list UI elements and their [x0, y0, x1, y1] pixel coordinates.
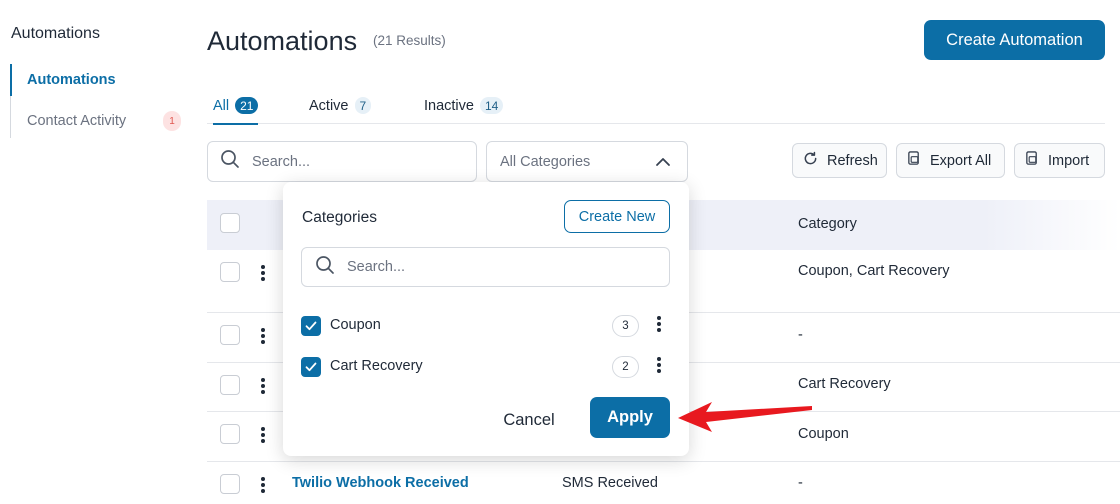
export-icon — [907, 151, 930, 170]
category-search-input[interactable] — [347, 259, 647, 275]
table-row: Twilio Webhook Received SMS Received - — [207, 462, 1120, 504]
row-checkbox[interactable] — [220, 375, 240, 395]
sidebar-item-contact-activity[interactable]: Contact Activity 1 — [11, 105, 186, 137]
category-label: Coupon — [330, 317, 381, 333]
row-checkbox[interactable] — [220, 474, 240, 494]
sidebar-item-label: Automations — [27, 72, 116, 88]
category-select-value: All Categories — [500, 153, 591, 170]
more-options-icon[interactable] — [261, 328, 265, 346]
sidebar: Automations Automations Contact Activity… — [0, 0, 195, 504]
page-title: Automations — [207, 26, 358, 56]
export-label: Export All — [930, 152, 992, 169]
category-option-coupon: Coupon 3 — [301, 311, 671, 341]
row-checkbox[interactable] — [220, 325, 240, 345]
import-button[interactable]: Import — [1014, 143, 1105, 178]
status-tabs: All 21 Active 7 Inactive 14 — [207, 88, 1105, 125]
dropdown-title: Categories — [302, 209, 377, 226]
more-options-icon[interactable] — [261, 477, 265, 495]
sidebar-item-label: Contact Activity — [27, 113, 127, 129]
export-all-button[interactable]: Export All — [896, 143, 1005, 178]
row-category: - — [798, 475, 803, 491]
row-category: - — [798, 327, 803, 343]
import-icon — [1025, 151, 1048, 170]
category-search-box — [301, 247, 670, 287]
notification-badge: 1 — [163, 111, 181, 131]
tab-all[interactable]: All 21 — [213, 88, 259, 125]
more-options-icon[interactable] — [261, 427, 265, 445]
tab-count-badge: 21 — [235, 97, 259, 114]
category-label: Cart Recovery — [330, 358, 423, 374]
column-header-category: Category — [798, 216, 857, 232]
cancel-button[interactable]: Cancel — [489, 400, 569, 440]
categories-dropdown: Categories Create New Coupon 3 Cart Reco… — [283, 182, 689, 456]
tab-label: All — [213, 97, 230, 114]
search-icon — [315, 255, 335, 280]
row-checkbox[interactable] — [220, 262, 240, 282]
tab-count-badge: 14 — [479, 97, 504, 114]
row-category: Coupon, Cart Recovery — [798, 263, 950, 279]
row-checkbox[interactable] — [220, 424, 240, 444]
row-category: Cart Recovery — [798, 376, 891, 392]
import-label: Import — [1048, 152, 1090, 169]
tab-label: Inactive — [424, 97, 474, 114]
more-options-icon[interactable] — [657, 357, 661, 375]
checkmark-icon — [305, 362, 317, 372]
sidebar-item-automations[interactable]: Automations — [10, 64, 185, 96]
refresh-label: Refresh — [827, 152, 878, 169]
category-option-cart-recovery: Cart Recovery 2 — [301, 352, 671, 382]
chevron-up-icon — [655, 155, 671, 173]
category-checkbox[interactable] — [301, 357, 321, 377]
apply-button[interactable]: Apply — [590, 397, 670, 438]
tab-active[interactable]: Active 7 — [309, 88, 372, 123]
search-icon — [220, 149, 240, 174]
red-arrow-annotation — [678, 402, 812, 432]
checkmark-icon — [305, 321, 317, 331]
category-checkbox[interactable] — [301, 316, 321, 336]
tab-label: Active — [309, 97, 349, 114]
search-box — [207, 141, 477, 182]
refresh-button[interactable]: Refresh — [792, 143, 887, 178]
refresh-icon — [803, 151, 827, 170]
row-trigger: SMS Received — [562, 475, 658, 491]
tab-count-badge: 7 — [354, 97, 372, 114]
more-options-icon[interactable] — [657, 316, 661, 334]
automation-name-link[interactable]: Twilio Webhook Received — [292, 475, 469, 491]
category-count: 2 — [612, 356, 639, 378]
select-all-checkbox[interactable] — [220, 213, 240, 233]
create-new-category-button[interactable]: Create New — [564, 200, 670, 233]
sidebar-title: Automations — [11, 25, 100, 42]
result-count: (21 Results) — [373, 33, 446, 48]
more-options-icon[interactable] — [261, 378, 265, 396]
create-automation-button[interactable]: Create Automation — [924, 20, 1105, 60]
category-count: 3 — [612, 315, 639, 337]
search-input[interactable] — [252, 153, 452, 170]
category-select[interactable]: All Categories — [486, 141, 688, 182]
more-options-icon[interactable] — [261, 265, 265, 283]
tab-inactive[interactable]: Inactive 14 — [424, 88, 504, 123]
sidebar-nav: Automations Contact Activity 1 — [10, 64, 190, 138]
